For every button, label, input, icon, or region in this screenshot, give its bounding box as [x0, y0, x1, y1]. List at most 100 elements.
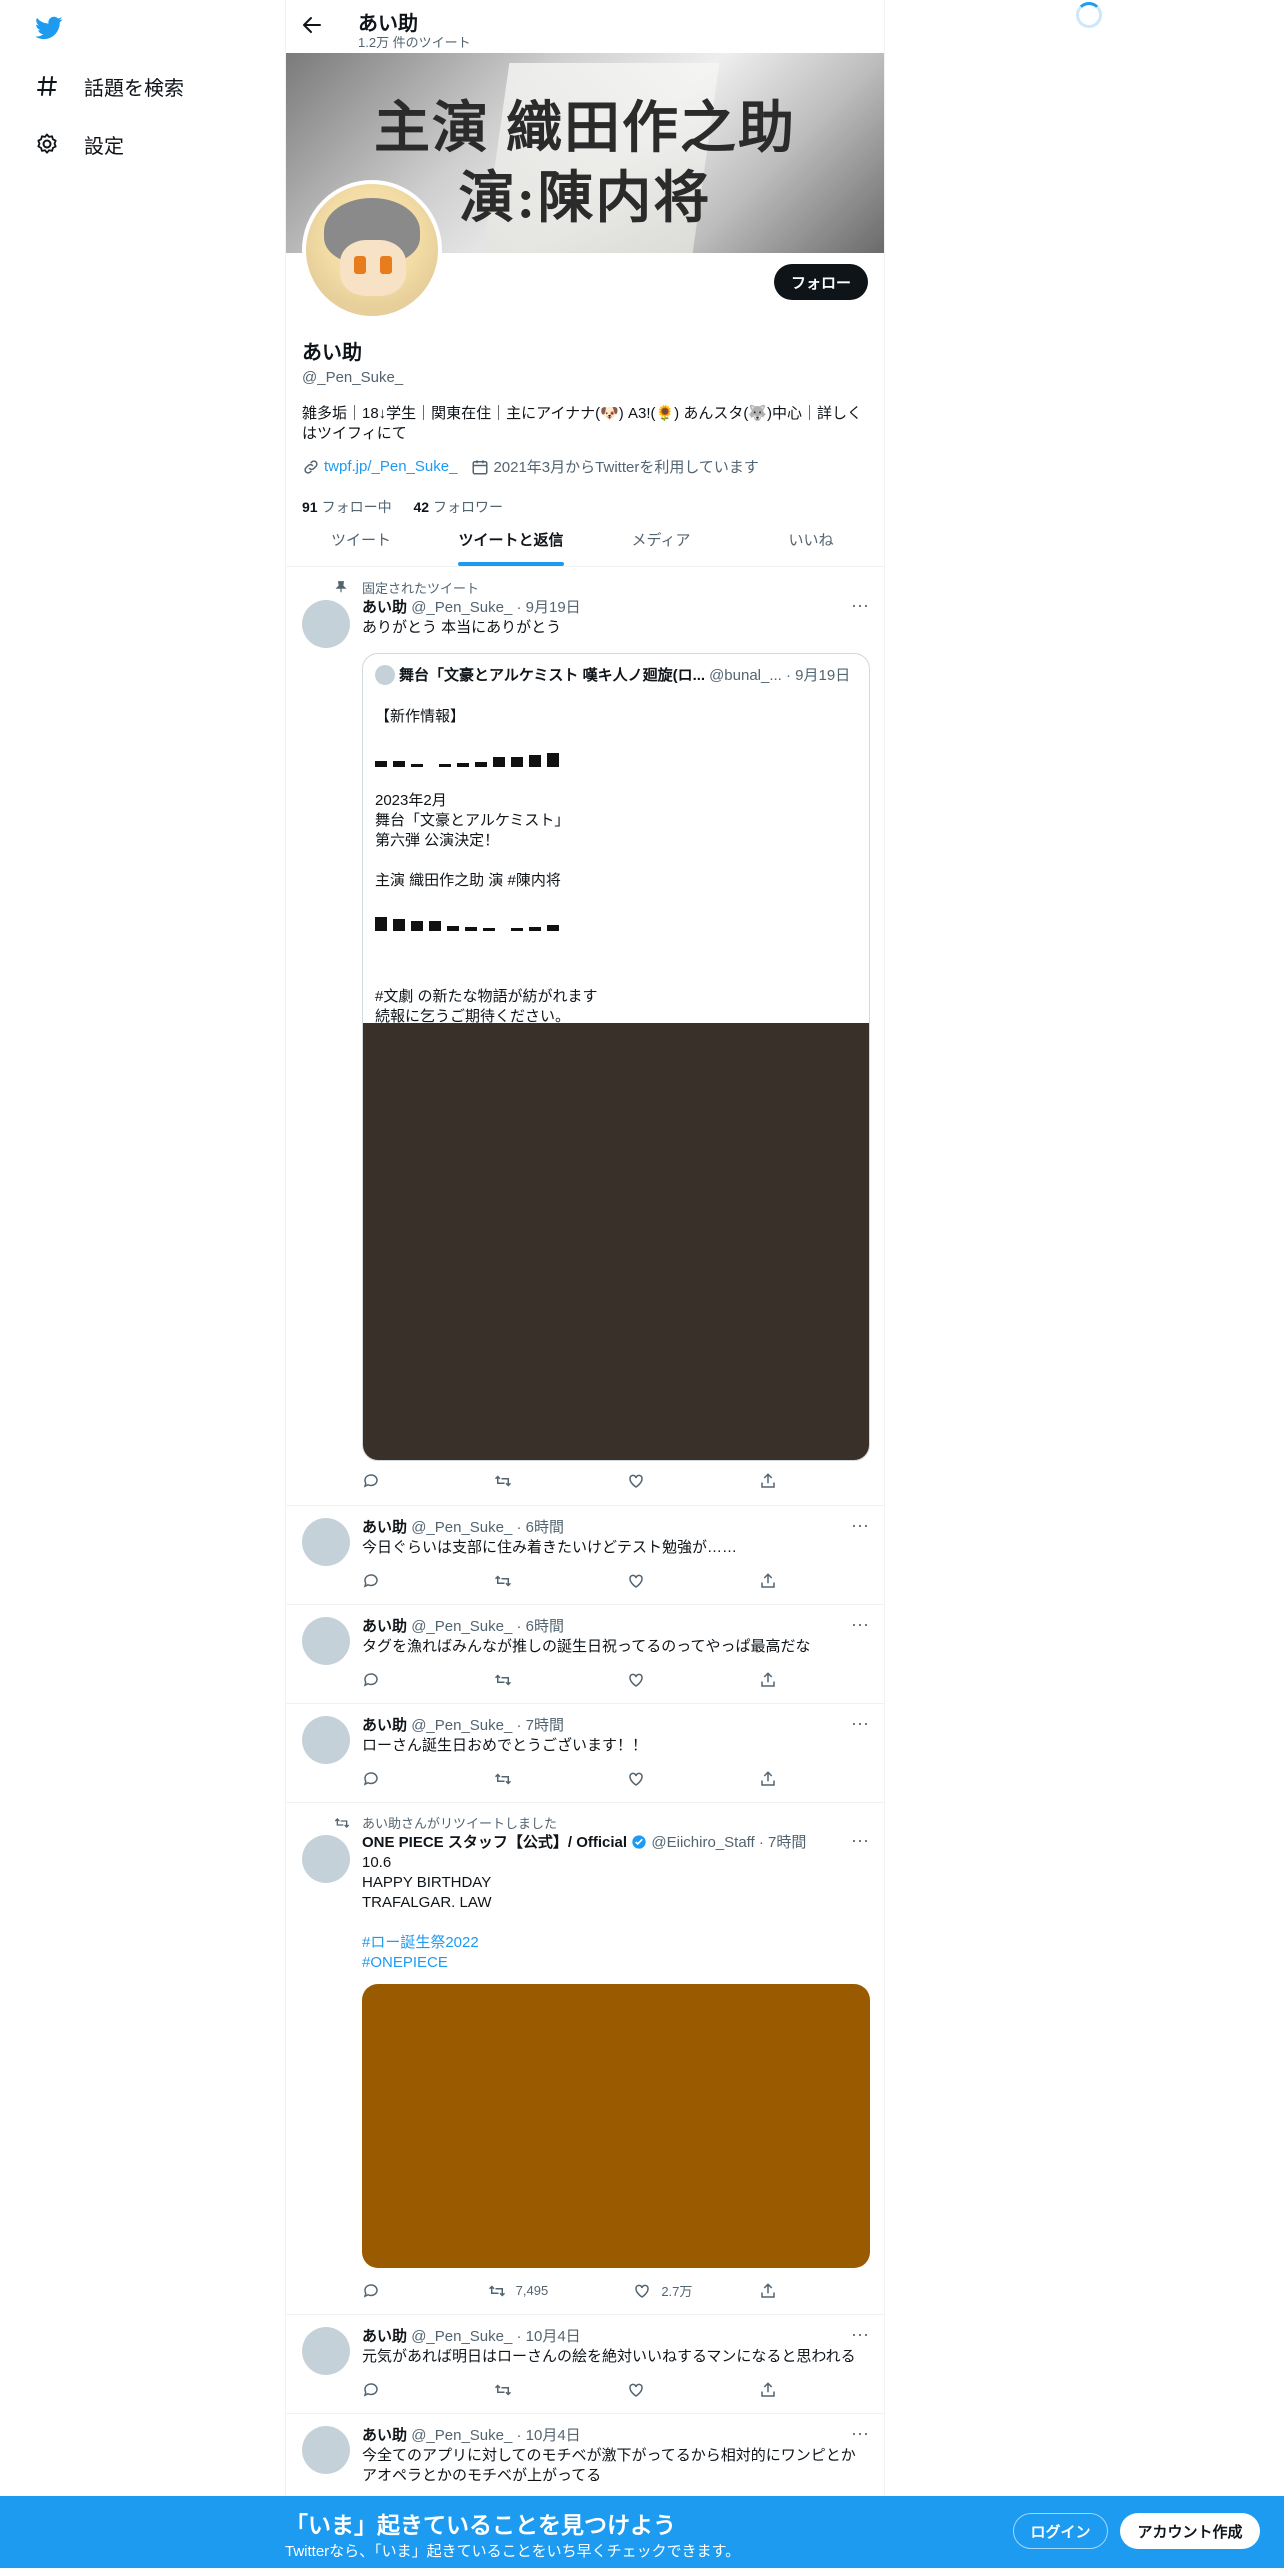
- tab-tweets-and-replies[interactable]: ツイートと返信: [436, 512, 586, 566]
- like-button[interactable]: [627, 1572, 717, 1590]
- verified-badge-icon: [632, 1835, 646, 1849]
- hashtag-link[interactable]: #ONEPIECE: [362, 1953, 870, 1973]
- tweet-avatar[interactable]: [302, 1617, 350, 1665]
- tweet[interactable]: あい助 @_Pen_Suke_ · 6時間 今日ぐらいは支部に住み着きたいけどテ…: [286, 1506, 884, 1605]
- retweet-button[interactable]: [494, 2381, 584, 2399]
- tweet-text: タグを漁ればみんなが推しの誕生日祝ってるのってやっぱ最高だな: [362, 1638, 811, 1655]
- share-icon: [759, 1572, 777, 1590]
- like-button[interactable]: 2.7万: [633, 2281, 723, 2300]
- like-button[interactable]: [627, 2381, 717, 2399]
- profile-tabs: ツイート ツイートと返信 メディア いいね: [286, 512, 884, 567]
- tweet-retweet[interactable]: あい助さんがリツイートしました ONE PIECE スタッフ【公式】/ Offi…: [286, 1803, 884, 2315]
- retweet-button[interactable]: [494, 1572, 584, 1590]
- reply-button[interactable]: [362, 1572, 452, 1590]
- profile-meta: twpf.jp/_Pen_Suke_ 2021年3月からTwitterを利用して…: [302, 456, 870, 477]
- heart-icon: [633, 2282, 651, 2300]
- tweet[interactable]: あい助 @_Pen_Suke_ · 7時間 ローさん誕生日おめでとうございます！…: [286, 1704, 884, 1803]
- nav-explore-label: 話題を検索: [84, 77, 184, 100]
- retweet-button[interactable]: [494, 1770, 584, 1788]
- tab-likes[interactable]: いいね: [736, 512, 884, 566]
- tweet-header: あい助 @_Pen_Suke_ · 10月4日: [362, 2328, 581, 2345]
- login-button[interactable]: ログイン: [1013, 2513, 1108, 2549]
- quoted-media-video[interactable]: [363, 1023, 869, 1460]
- more-icon[interactable]: ···: [850, 1714, 870, 1736]
- share-button[interactable]: [759, 2381, 787, 2399]
- heart-icon: [627, 1472, 645, 1490]
- reply-button[interactable]: [362, 1770, 452, 1788]
- twitter-logo-icon[interactable]: [33, 14, 65, 42]
- retweet-button[interactable]: [494, 1472, 584, 1490]
- reply-icon: [362, 1671, 380, 1689]
- more-icon[interactable]: ···: [850, 596, 870, 618]
- reply-button[interactable]: [362, 2281, 452, 2300]
- heart-icon: [627, 1770, 645, 1788]
- profile-bio: 雑多垢｜18↓学生｜関東在住｜主にアイナナ(🐶) A3!(🌻) あんスタ(🐺)中…: [302, 405, 862, 442]
- retweet-button[interactable]: [494, 1671, 584, 1689]
- tweet-text: 今全てのアプリに対してのモチベが激下がってるから相対的にワンピとかアオペラとかの…: [362, 2447, 856, 2484]
- signup-button[interactable]: アカウント作成: [1120, 2513, 1260, 2549]
- tweet-avatar[interactable]: [302, 600, 350, 648]
- tweet[interactable]: あい助 @_Pen_Suke_ · 6時間 タグを漁ればみんなが推しの誕生日祝っ…: [286, 1605, 884, 1704]
- tweet-avatar[interactable]: [302, 2426, 350, 2474]
- like-button[interactable]: [627, 1671, 717, 1689]
- more-icon[interactable]: ···: [850, 2424, 870, 2446]
- profile-avatar[interactable]: [302, 180, 442, 320]
- tweet-avatar[interactable]: [302, 1518, 350, 1566]
- profile-info: あい助 @_Pen_Suke_ 雑多垢｜18↓学生｜関東在住｜主にアイナナ(🐶)…: [302, 336, 870, 517]
- reply-button[interactable]: [362, 2381, 452, 2399]
- pinned-context: 固定されたツイート: [334, 578, 479, 597]
- reply-button[interactable]: [362, 1671, 452, 1689]
- tweet-avatar[interactable]: [302, 1716, 350, 1764]
- hashtag-link[interactable]: #ロー誕生祭2022: [362, 1933, 870, 1953]
- tab-media[interactable]: メディア: [586, 512, 736, 566]
- profile-link[interactable]: twpf.jp/_Pen_Suke_: [324, 458, 457, 475]
- reply-icon: [362, 1770, 380, 1788]
- share-button[interactable]: [759, 1770, 787, 1788]
- more-icon[interactable]: ···: [850, 1615, 870, 1637]
- tweet-text: ありがとう 本当にありがとう: [362, 619, 562, 636]
- share-button[interactable]: [759, 1671, 787, 1689]
- share-icon: [759, 2282, 777, 2300]
- share-button[interactable]: [759, 1572, 787, 1590]
- nav-settings[interactable]: 設定: [34, 124, 124, 164]
- tweet-actions: [362, 1671, 787, 1689]
- follow-button[interactable]: フォロー: [774, 264, 868, 300]
- tweet[interactable]: あい助 @_Pen_Suke_ · 10月4日 元気があれば明日はローさんの絵を…: [286, 2315, 884, 2414]
- tweet-text: 元気があれば明日はローさんの絵を絶対いいねするマンになると思われる: [362, 2348, 856, 2365]
- tweet-actions: [362, 1572, 787, 1590]
- nav-explore[interactable]: 話題を検索: [34, 66, 184, 106]
- signup-banner: 「いま」起きていることを見つけよう Twitterなら、「いま」起きていることを…: [0, 2496, 1284, 2568]
- header-tweet-count: 1.2万 件のツイート: [358, 35, 471, 50]
- reply-icon: [362, 1472, 380, 1490]
- like-button[interactable]: [627, 1472, 717, 1490]
- profile-joined: 2021年3月からTwitterを利用しています: [493, 459, 759, 476]
- like-count: 2.7万: [661, 2284, 693, 2299]
- tweet-text: ローさん誕生日おめでとうございます！！: [362, 1737, 648, 1754]
- back-arrow-icon[interactable]: [300, 13, 324, 37]
- loading-spinner-icon: [1076, 2, 1102, 28]
- gear-icon: [34, 131, 60, 157]
- heart-icon: [627, 2381, 645, 2399]
- share-button[interactable]: [759, 2281, 787, 2300]
- tweet-header: あい助 @_Pen_Suke_ · 6時間: [362, 1519, 564, 1536]
- signup-banner-title: 「いま」起きていることを見つけよう: [285, 2512, 676, 2538]
- decorative-blocks: [375, 751, 857, 767]
- left-navigation: 話題を検索 設定: [0, 0, 285, 2568]
- retweet-button[interactable]: 7,495: [488, 2281, 598, 2300]
- tweet-pinned[interactable]: 固定されたツイート あい助 @_Pen_Suke_ · 9月19日 ありがとう …: [286, 568, 884, 1506]
- more-icon[interactable]: ···: [850, 1831, 870, 1853]
- quoted-tweet[interactable]: 舞台「文豪とアルケミスト 嘆キ人ノ廻旋(ロ... @bunal_... · 9月…: [362, 653, 870, 1461]
- link-icon: [302, 458, 320, 476]
- more-icon[interactable]: ···: [850, 1516, 870, 1538]
- retweet-icon: [494, 1671, 512, 1689]
- tweet-media-image[interactable]: [362, 1984, 870, 2268]
- reply-button[interactable]: [362, 1472, 452, 1490]
- tab-tweets[interactable]: ツイート: [286, 512, 436, 566]
- reply-icon: [362, 2282, 380, 2300]
- more-icon[interactable]: ···: [850, 2325, 870, 2347]
- heart-icon: [627, 1572, 645, 1590]
- tweet-avatar[interactable]: [302, 2327, 350, 2375]
- share-button[interactable]: [759, 1472, 787, 1490]
- tweet-avatar[interactable]: [302, 1835, 350, 1883]
- like-button[interactable]: [627, 1770, 717, 1788]
